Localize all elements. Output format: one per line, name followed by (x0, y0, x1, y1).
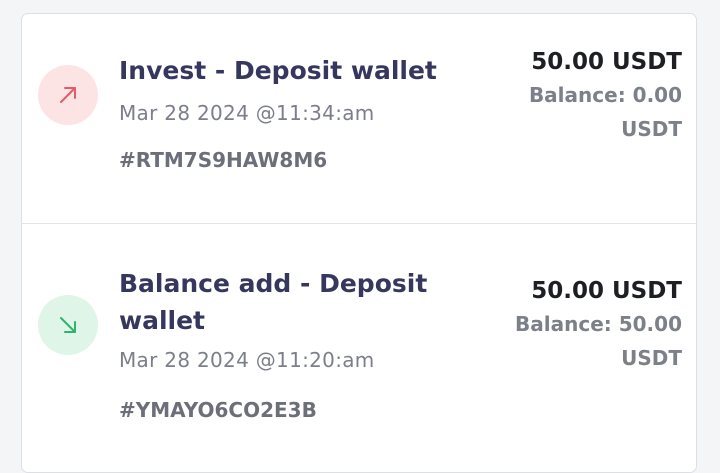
transaction-amount: 50.00 USDT (531, 278, 682, 304)
transaction-item[interactable]: Balance add - Deposit wallet Mar 28 2024… (22, 224, 696, 472)
transaction-reference: #RTM7S9HAW8M6 (119, 148, 328, 172)
balance-after-label: Balance: 0.00 (528, 83, 682, 107)
transaction-reference: #YMAYO6CO2E3B (119, 398, 317, 422)
transaction-type-badge (38, 295, 98, 355)
transaction-title-line-1: Balance add - Deposit (119, 269, 428, 298)
transaction-date: Mar 28 2024 @11:34:am (119, 101, 375, 125)
arrow-up-right-icon (60, 87, 76, 103)
transaction-type-badge (38, 65, 98, 125)
transaction-amount: 50.00 USDT (531, 49, 682, 75)
balance-after-unit: USDT (621, 346, 682, 370)
transaction-item[interactable]: Invest - Deposit wallet Mar 28 2024 @11:… (22, 14, 696, 224)
arrow-down-right-icon (60, 317, 76, 333)
transaction-amounts: 50.00 USDT Balance: 50.00 USDT (482, 275, 682, 375)
transaction-amounts: 50.00 USDT Balance: 0.00 USDT (482, 46, 682, 146)
transaction-date: Mar 28 2024 @11:20:am (119, 348, 375, 372)
balance-after-unit: USDT (621, 117, 682, 141)
transaction-list: Invest - Deposit wallet Mar 28 2024 @11:… (21, 13, 697, 473)
transaction-details: Invest - Deposit wallet Mar 28 2024 @11:… (119, 52, 449, 174)
transaction-title: Invest - Deposit wallet (119, 56, 437, 85)
balance-after-label: Balance: 50.00 (515, 312, 682, 336)
transaction-title-line-2: wallet (119, 306, 206, 335)
transaction-details: Balance add - Deposit wallet Mar 28 2024… (119, 265, 449, 424)
